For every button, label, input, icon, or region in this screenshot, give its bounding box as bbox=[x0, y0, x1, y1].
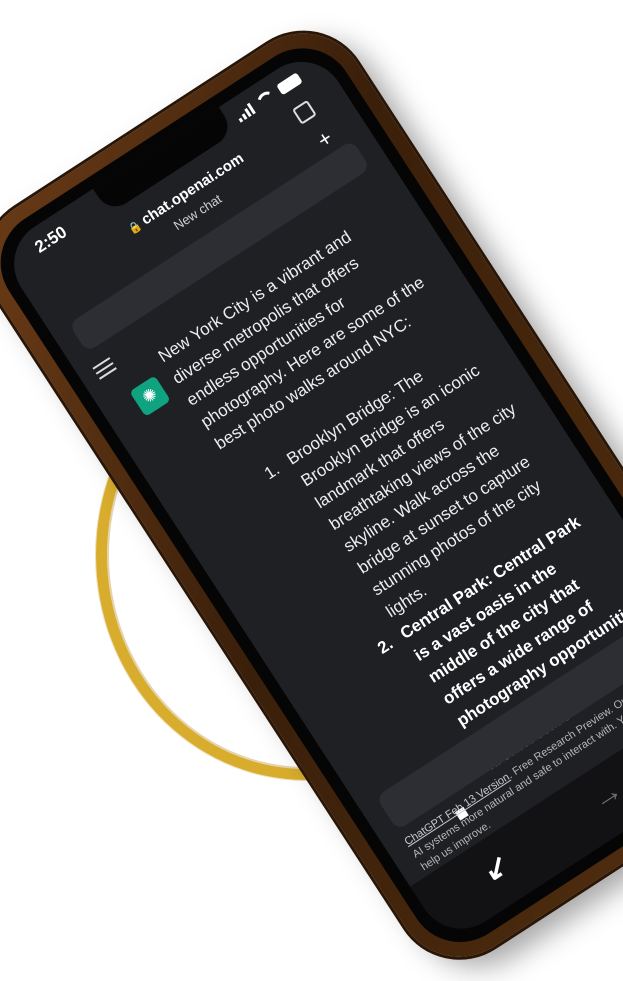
wifi-icon bbox=[253, 87, 278, 110]
phone-case: 2:50 🔒chat.openai.com New chat + ✺ New Y… bbox=[0, 9, 623, 981]
phone: 2:50 🔒chat.openai.com New chat + ✺ New Y… bbox=[0, 9, 623, 981]
status-time: 2:50 bbox=[31, 222, 71, 257]
battery-icon bbox=[275, 71, 303, 95]
signal-icon bbox=[234, 102, 256, 123]
openai-logo-icon: ✺ bbox=[129, 375, 171, 417]
lock-icon: 🔒 bbox=[126, 219, 145, 237]
menu-icon[interactable] bbox=[92, 357, 119, 383]
forward-arrow-icon[interactable]: → bbox=[586, 773, 623, 818]
back-arrow-icon[interactable]: ↙ bbox=[477, 847, 517, 890]
